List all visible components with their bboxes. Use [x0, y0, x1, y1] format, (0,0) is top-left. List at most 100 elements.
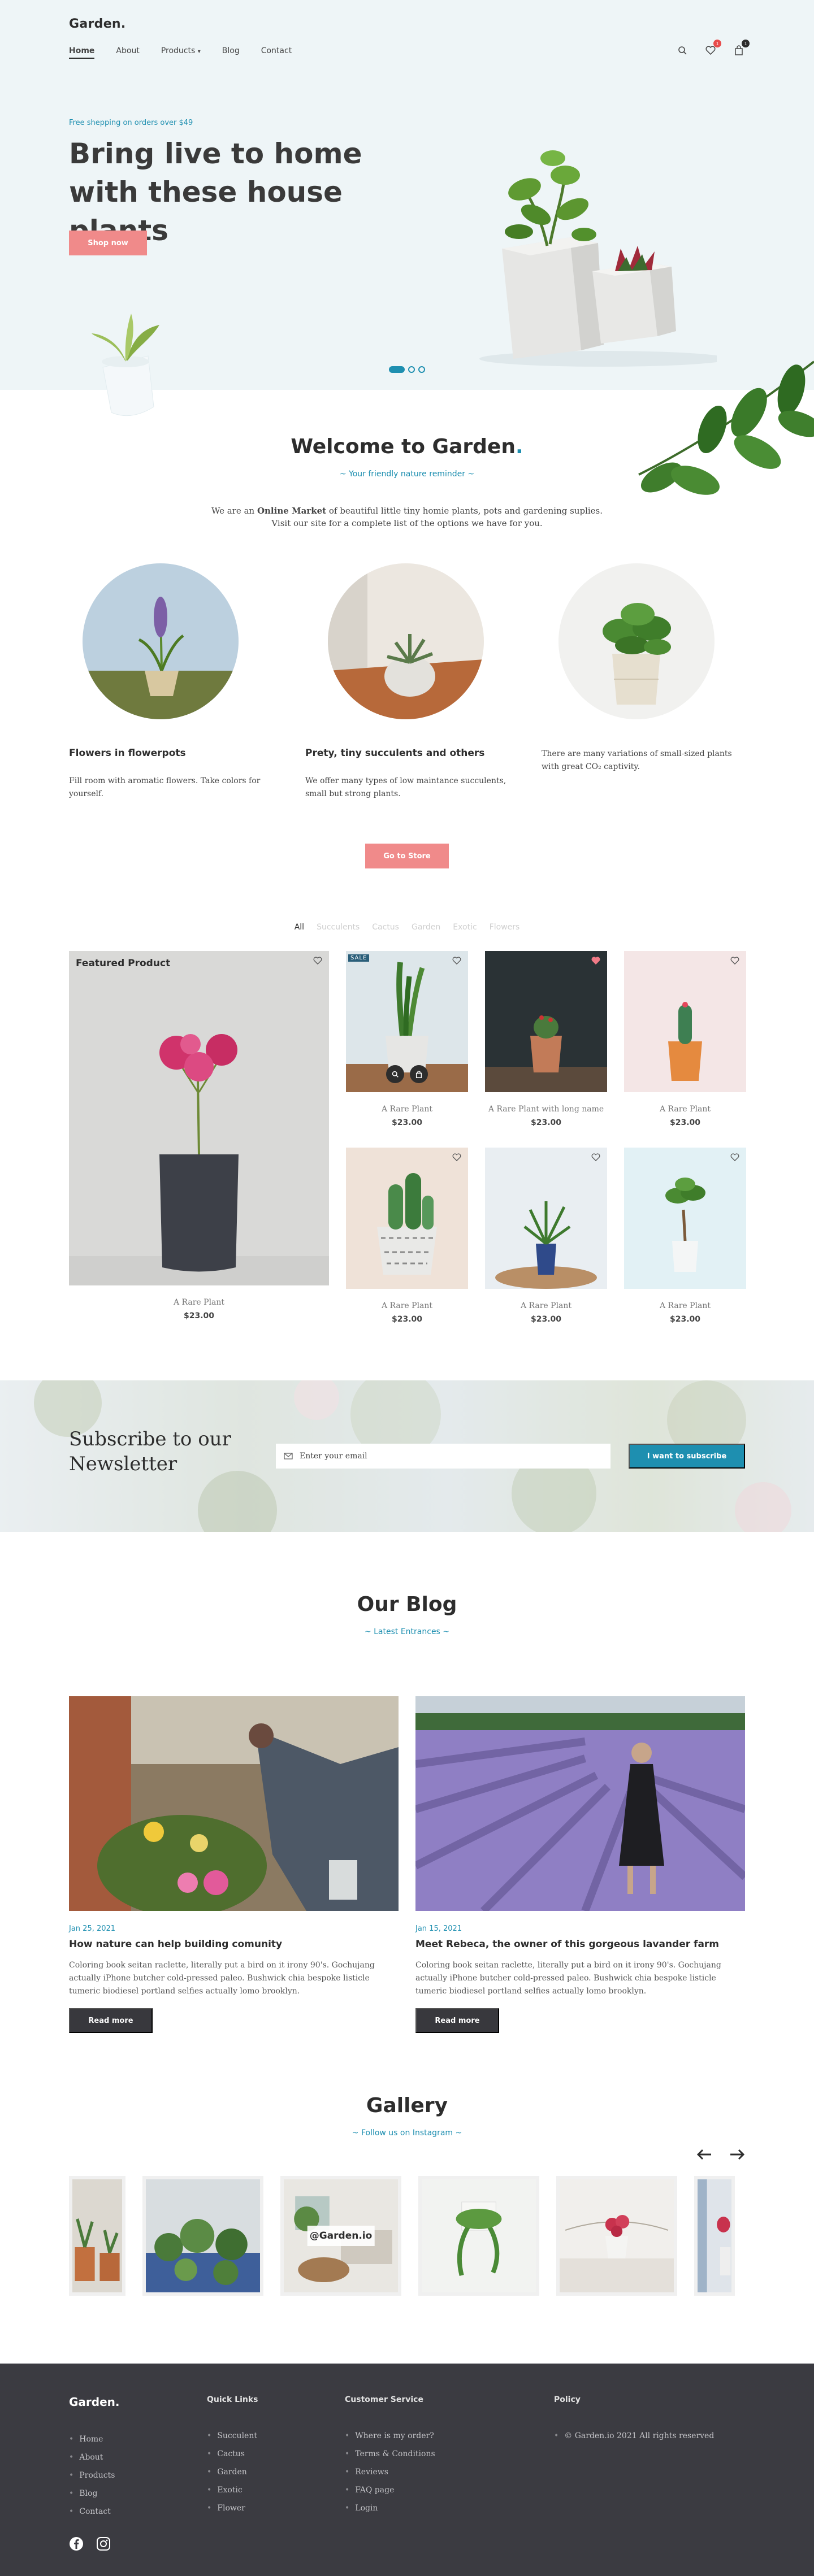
- heart-icon[interactable]: [313, 957, 322, 967]
- read-more-button[interactable]: Read more: [415, 2008, 499, 2033]
- nav-contact[interactable]: Contact: [261, 46, 292, 59]
- gallery-item[interactable]: @Garden.io: [280, 2176, 401, 2296]
- footer-link[interactable]: Reviews: [345, 2463, 435, 2481]
- gallery-image: [698, 2179, 731, 2292]
- product-image-wrap: Featured Product: [69, 951, 329, 1285]
- footer: Garden. Home About Products Blog Contact…: [0, 2364, 814, 2576]
- footer-link[interactable]: Login: [345, 2499, 435, 2517]
- footer-link[interactable]: Flower: [207, 2499, 258, 2517]
- carousel-dot[interactable]: [408, 366, 415, 373]
- product-quick-actions: [386, 1065, 428, 1083]
- filter-all[interactable]: All: [295, 923, 304, 932]
- product-name[interactable]: A Rare Plant: [624, 1301, 746, 1310]
- read-more-button[interactable]: Read more: [69, 2008, 153, 2033]
- footer-link[interactable]: About: [69, 2448, 120, 2466]
- facebook-icon[interactable]: [69, 2536, 84, 2553]
- gallery-item[interactable]: [694, 2176, 735, 2296]
- product-name[interactable]: A Rare Plant: [69, 1298, 329, 1307]
- filter-exotic[interactable]: Exotic: [453, 923, 477, 932]
- newsletter-email-input[interactable]: Enter your email: [276, 1444, 610, 1469]
- mail-icon: [284, 1453, 293, 1459]
- gallery-item[interactable]: [556, 2176, 677, 2296]
- filter-cactus[interactable]: Cactus: [372, 923, 399, 932]
- product-name[interactable]: A Rare Plant: [485, 1301, 607, 1310]
- footer-link[interactable]: Products: [69, 2466, 120, 2484]
- gallery-item[interactable]: [69, 2176, 125, 2296]
- footer-heading[interactable]: Policy: [554, 2395, 714, 2404]
- product-price: $23.00: [391, 1118, 423, 1127]
- blog-image-wrap[interactable]: [69, 1696, 399, 1911]
- footer-link[interactable]: Exotic: [207, 2481, 258, 2499]
- footer-link[interactable]: Blog: [69, 2484, 120, 2503]
- footer-link[interactable]: Where is my order?: [345, 2427, 435, 2445]
- instagram-icon[interactable]: [96, 2536, 111, 2553]
- quick-view-icon[interactable]: [386, 1065, 404, 1083]
- wishlist-icon[interactable]: 1: [704, 40, 721, 57]
- footer-column-quick-links: Quick Links Succulent Cactus Garden Exot…: [207, 2395, 258, 2517]
- footer-column-main: Garden. Home About Products Blog Contact: [69, 2395, 120, 2521]
- carousel-dot[interactable]: [418, 366, 425, 373]
- product-image: [485, 1148, 607, 1289]
- blog-post-title[interactable]: Meet Rebeca, the owner of this gorgeous …: [415, 1939, 745, 1950]
- blog-post-title[interactable]: How nature can help building comunity: [69, 1939, 399, 1950]
- product-name[interactable]: A Rare Plant: [346, 1301, 468, 1310]
- gallery-image: [422, 2179, 536, 2292]
- product-card[interactable]: SALE A Rare Plant $23.00: [346, 951, 468, 1127]
- add-to-cart-icon[interactable]: [410, 1065, 428, 1083]
- nav-blog[interactable]: Blog: [222, 46, 240, 59]
- product-card[interactable]: A Rare Plant $23.00: [624, 1148, 746, 1324]
- filter-succulents[interactable]: Succulents: [317, 923, 360, 932]
- footer-link[interactable]: Garden: [207, 2463, 258, 2481]
- nav-about[interactable]: About: [116, 46, 139, 59]
- product-name[interactable]: A Rare Plant: [346, 1105, 468, 1114]
- blog-image-wrap[interactable]: [415, 1696, 745, 1911]
- instagram-handle[interactable]: @Garden.io: [307, 2226, 375, 2246]
- gallery-item[interactable]: [142, 2176, 263, 2296]
- nav-products[interactable]: Products ▾: [161, 46, 201, 59]
- featured-product-image: [69, 951, 329, 1285]
- footer-link[interactable]: Contact: [69, 2503, 120, 2521]
- hero-potted-plants-image: [479, 150, 717, 367]
- heart-icon[interactable]: [730, 957, 739, 967]
- logo[interactable]: Garden.: [69, 17, 126, 31]
- gallery-arrows: [69, 2149, 745, 2162]
- subscribe-button[interactable]: I want to subscribe: [629, 1444, 745, 1469]
- product-card[interactable]: A Rare Plant $23.00: [485, 1148, 607, 1324]
- footer-link[interactable]: Cactus: [207, 2445, 258, 2463]
- arrow-right-icon[interactable]: [729, 2149, 745, 2162]
- filter-flowers[interactable]: Flowers: [490, 923, 520, 932]
- footer-link[interactable]: FAQ page: [345, 2481, 435, 2499]
- filter-garden[interactable]: Garden: [412, 923, 440, 932]
- featured-product-card[interactable]: Featured Product A Rare Plant $23.00: [69, 951, 329, 1324]
- footer-heading: Quick Links: [207, 2395, 258, 2404]
- welcome-text-post: of beautiful little tiny homie plants, p…: [326, 506, 603, 516]
- product-price: $23.00: [669, 1118, 701, 1127]
- footer-logo[interactable]: Garden.: [69, 2395, 120, 2409]
- heart-icon[interactable]: [591, 1153, 600, 1163]
- go-to-store-button[interactable]: Go to Store: [365, 844, 449, 868]
- heart-icon[interactable]: [452, 1153, 461, 1163]
- product-card[interactable]: A Rare Plant with long name $23.00: [485, 951, 607, 1127]
- footer-link[interactable]: Succulent: [207, 2427, 258, 2445]
- flowerpot-image: [83, 563, 239, 719]
- search-icon[interactable]: [676, 44, 689, 57]
- newsletter-section: Subscribe to our Newsletter Enter your e…: [0, 1380, 814, 1532]
- product-card[interactable]: A Rare Plant $23.00: [624, 951, 746, 1127]
- arrow-left-icon[interactable]: [696, 2149, 712, 2162]
- product-name[interactable]: A Rare Plant with long name: [485, 1105, 607, 1114]
- product-name[interactable]: A Rare Plant: [624, 1105, 746, 1114]
- nav-home[interactable]: Home: [69, 46, 95, 59]
- heart-icon[interactable]: [730, 1153, 739, 1163]
- chevron-down-icon: ▾: [197, 49, 201, 55]
- heart-icon[interactable]: [452, 957, 461, 967]
- footer-link[interactable]: Home: [69, 2430, 120, 2448]
- shop-now-button[interactable]: Shop now: [69, 231, 147, 255]
- product-image: [624, 1148, 746, 1289]
- heart-icon[interactable]: [591, 957, 600, 967]
- product-card[interactable]: A Rare Plant $23.00: [346, 1148, 468, 1324]
- carousel-dot[interactable]: [389, 366, 405, 373]
- footer-link[interactable]: Terms & Conditions: [345, 2445, 435, 2463]
- cart-icon[interactable]: 1: [733, 40, 750, 57]
- gallery-item[interactable]: [418, 2176, 539, 2296]
- product-price: $23.00: [530, 1315, 562, 1324]
